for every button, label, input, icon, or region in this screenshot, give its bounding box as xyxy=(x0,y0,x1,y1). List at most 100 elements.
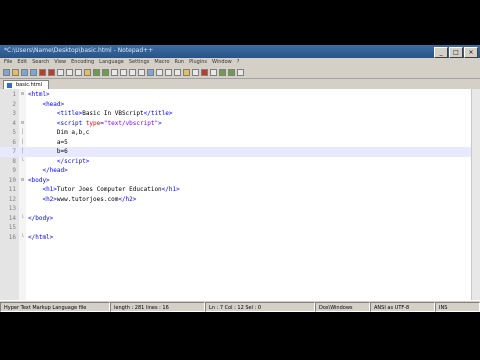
line-number: 6 xyxy=(12,138,16,146)
play-macro-icon[interactable] xyxy=(219,69,226,76)
zoom-in-icon[interactable] xyxy=(129,69,136,76)
line-number: 13 xyxy=(8,205,16,212)
new-file-icon[interactable] xyxy=(3,69,10,76)
menu-edit[interactable]: Edit xyxy=(17,58,27,67)
menu-settings[interactable]: Settings xyxy=(129,58,150,67)
line-number: 4 xyxy=(12,119,16,127)
undo-icon[interactable] xyxy=(93,69,100,76)
status-encoding: ANSI as UTF-8 xyxy=(370,302,435,312)
stop-macro-icon[interactable] xyxy=(210,69,217,76)
show-all-chars-icon[interactable] xyxy=(165,69,172,76)
code-line[interactable]: 1 ⊟ <html> xyxy=(0,90,472,100)
fold-toggle-icon[interactable]: ⊟ xyxy=(20,176,25,186)
code-text: Dim a,b,c xyxy=(56,129,90,136)
redo-icon[interactable] xyxy=(102,69,109,76)
line-number: 12 xyxy=(8,195,16,203)
code-line[interactable]: 8 └ </script> xyxy=(0,157,472,167)
menu-language[interactable]: Language xyxy=(99,58,124,67)
cut-icon[interactable] xyxy=(66,69,73,76)
code-text: </script> xyxy=(56,157,90,165)
code-line[interactable]: 6 │ a=5 xyxy=(0,138,472,148)
line-number: 9 xyxy=(12,167,16,174)
user-language-icon[interactable] xyxy=(183,69,190,76)
save-macro-icon[interactable] xyxy=(237,69,244,76)
run-macro-multiple-icon[interactable] xyxy=(228,69,235,76)
code-text: a=5 xyxy=(56,138,68,146)
code-line[interactable]: 9 </head> xyxy=(0,166,472,176)
code-line[interactable]: 12 <h2>www.tutorjoes.com</h2> xyxy=(0,195,472,205)
close-button[interactable]: × xyxy=(464,47,478,58)
menu-run[interactable]: Run xyxy=(175,58,185,67)
find-icon[interactable] xyxy=(111,69,118,76)
code-line[interactable]: 11 <h1>Tutor Joes Computer Education</h1… xyxy=(0,185,472,195)
sync-scroll-icon[interactable] xyxy=(147,69,154,76)
close-file-icon[interactable] xyxy=(39,69,46,76)
window-controls: _ □ × xyxy=(434,47,478,58)
tab-label: basic.html xyxy=(16,82,42,88)
line-number: 2 xyxy=(12,100,16,108)
indent-guide-icon[interactable] xyxy=(174,69,181,76)
menu-encoding[interactable]: Encoding xyxy=(71,58,94,67)
menu-plugins[interactable]: Plugins xyxy=(189,58,207,67)
monitor-icon[interactable] xyxy=(192,69,199,76)
menu-macro[interactable]: Macro xyxy=(154,58,169,67)
menu-view[interactable]: View xyxy=(54,58,66,67)
save-icon[interactable] xyxy=(21,69,28,76)
status-eol: Dos\Windows xyxy=(315,302,370,312)
notepad-plus-plus-window: *C:\Users\Name\Desktop\basic.html - Note… xyxy=(0,45,480,312)
fold-guide: │ xyxy=(20,138,24,145)
fold-guide: └ xyxy=(20,214,24,221)
fold-guide: │ xyxy=(20,129,24,135)
code-text: </html> xyxy=(28,233,54,241)
title-bar: *C:\Users\Name\Desktop\basic.html - Note… xyxy=(0,45,480,58)
fold-toggle-icon[interactable]: ⊟ xyxy=(20,90,25,100)
code-line[interactable]: 15 xyxy=(0,223,472,233)
code-line[interactable]: 2 <head> xyxy=(0,100,472,110)
line-number: 16 xyxy=(8,233,16,241)
zoom-out-icon[interactable] xyxy=(138,69,145,76)
line-number: 14 xyxy=(8,214,16,222)
code-line[interactable]: 14 └ </body> xyxy=(0,214,472,224)
window-title: *C:\Users\Name\Desktop\basic.html - Note… xyxy=(4,47,154,54)
menu-search[interactable]: Search xyxy=(32,58,49,67)
record-macro-icon[interactable] xyxy=(201,69,208,76)
code-text: </head> xyxy=(42,167,68,174)
status-insert-mode: INS xyxy=(435,302,480,312)
paste-icon[interactable] xyxy=(84,69,91,76)
tab-bar: basic.html xyxy=(0,79,480,90)
file-icon xyxy=(7,83,12,88)
code-line[interactable]: 7 │ b=6 xyxy=(0,147,472,157)
code-text: </body> xyxy=(28,214,54,222)
vertical-scrollbar[interactable] xyxy=(471,89,480,300)
line-number: 11 xyxy=(8,186,16,193)
code-text: <title>Basic In VBScript</title> xyxy=(56,110,173,117)
code-text: <body> xyxy=(28,176,50,184)
copy-icon[interactable] xyxy=(75,69,82,76)
menu-window[interactable]: Window xyxy=(212,58,232,67)
line-number: 7 xyxy=(12,148,16,155)
code-line[interactable]: 3 <title>Basic In VBScript</title> xyxy=(0,109,472,119)
open-file-icon[interactable] xyxy=(12,69,19,76)
code-line[interactable]: 10 ⊟ <body> xyxy=(0,176,472,186)
replace-icon[interactable] xyxy=(120,69,127,76)
line-number: 3 xyxy=(12,110,16,117)
code-editor[interactable]: 1 ⊟ <html> 2 <head> 3 <title>Basic In VBScri… xyxy=(0,89,472,300)
fold-toggle-icon[interactable]: ⊟ xyxy=(20,119,25,129)
code-line[interactable]: 16 └ </html> xyxy=(0,233,472,243)
menu-help[interactable]: ? xyxy=(237,58,240,67)
line-number: 10 xyxy=(8,176,16,184)
code-text: <script type="text/vbscript"> xyxy=(56,119,162,127)
code-text: <h2>www.tutorjoes.com</h2> xyxy=(42,195,137,203)
maximize-button[interactable]: □ xyxy=(449,47,463,58)
code-line[interactable]: 13 xyxy=(0,204,472,214)
print-icon[interactable] xyxy=(57,69,64,76)
line-number: 1 xyxy=(12,91,16,98)
close-all-icon[interactable] xyxy=(48,69,55,76)
word-wrap-icon[interactable] xyxy=(156,69,163,76)
code-line[interactable]: 5 │ Dim a,b,c xyxy=(0,128,472,138)
menu-file[interactable]: File xyxy=(4,58,12,67)
code-line[interactable]: 4 ⊟ <script type="text/vbscript"> xyxy=(0,119,472,129)
minimize-button[interactable]: _ xyxy=(434,47,448,58)
save-all-icon[interactable] xyxy=(30,69,37,76)
status-file-type: Hyper Text Markup Language file xyxy=(0,302,110,312)
